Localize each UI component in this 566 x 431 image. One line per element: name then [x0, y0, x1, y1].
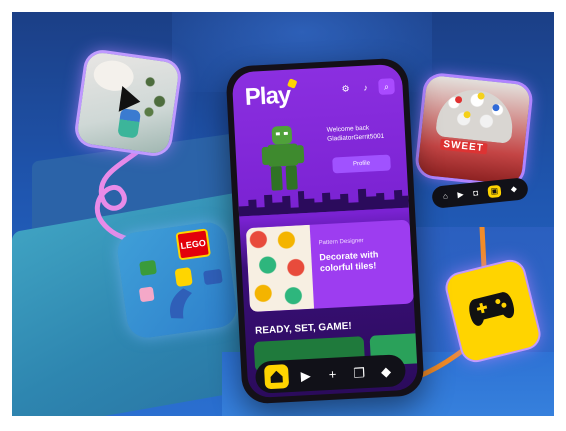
phone-screen: Play ⚙ ♪ ⌕ Welcome back GladiatorGerrit5…: [231, 63, 419, 399]
pattern-designer-card[interactable]: Pattern Designer Decorate with colorful …: [245, 219, 414, 313]
promo-kicker: Pattern Designer: [318, 237, 364, 247]
dessert-sign: SWEET: [439, 138, 488, 155]
gamepad-icon: [469, 292, 515, 326]
mini-nav-bar: ⌂ ▶ ◘ ▣ ◆: [431, 177, 529, 209]
lego-logo: LEGO: [175, 228, 211, 261]
minifigure-arm-icon: [170, 267, 193, 319]
app-brand-title: Play: [244, 81, 291, 111]
play-icon[interactable]: ▶: [295, 367, 316, 383]
camera-icon[interactable]: ◘: [473, 188, 479, 197]
pink-brick-icon: [138, 286, 155, 303]
gallery-icon[interactable]: ❐: [349, 365, 370, 381]
search-icon[interactable]: ⌕: [378, 78, 395, 95]
gamepad-icon[interactable]: ◆: [510, 184, 517, 194]
green-brick-icon: [139, 259, 157, 276]
dessert-topping: [435, 86, 516, 144]
profile-button[interactable]: Profile: [332, 154, 391, 174]
welcome-message: Welcome back GladiatorGerrit5001: [326, 121, 411, 143]
bell-icon[interactable]: ♪: [358, 80, 373, 95]
scene-background: LEGO SWEET ⌂ ▶ ◘ ▣ ◆ Play ⚙ ♪ ⌕ Welcome …: [12, 12, 554, 416]
gamepad-icon[interactable]: ◆: [376, 363, 397, 379]
home-icon[interactable]: [264, 364, 290, 390]
colorful-tiles-art: [245, 224, 315, 313]
play-icon: [118, 86, 141, 112]
video-photo-card[interactable]: [76, 51, 180, 155]
home-icon[interactable]: ⌂: [443, 191, 449, 200]
gallery-icon[interactable]: ▣: [487, 184, 502, 199]
bottom-nav-bar: ▶ + ❐ ◆: [254, 354, 407, 394]
promo-title: Decorate with colorful tiles!: [319, 249, 379, 274]
settings-icon[interactable]: ⚙: [338, 81, 353, 96]
lego-app-card[interactable]: LEGO: [115, 219, 239, 341]
phone-device: Play ⚙ ♪ ⌕ Welcome back GladiatorGerrit5…: [225, 57, 425, 405]
play-icon[interactable]: ▶: [457, 190, 464, 200]
section-title: READY, SET, GAME!: [254, 320, 352, 337]
dessert-photo-card[interactable]: SWEET: [417, 74, 531, 186]
blue-brick-icon: [203, 268, 223, 286]
top-icon-row: ⚙ ♪ ⌕: [338, 78, 395, 97]
plus-icon[interactable]: +: [322, 366, 343, 381]
